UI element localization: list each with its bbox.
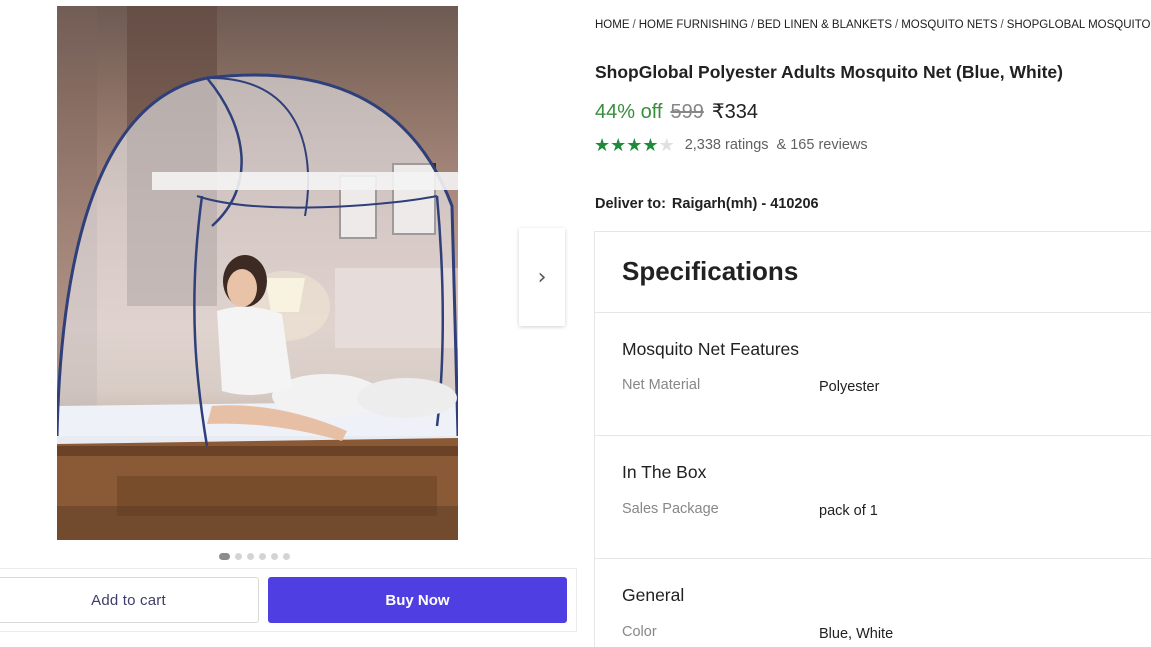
spec-value: Blue, White <box>819 626 894 642</box>
ratings-count[interactable]: 2,338 ratings <box>685 137 769 153</box>
spec-group-title: In The Box <box>622 462 707 482</box>
add-to-cart-button[interactable]: Add to cart <box>0 577 259 623</box>
pagination-dot[interactable] <box>259 553 266 560</box>
spec-key: Sales Package <box>622 501 719 517</box>
rating-row[interactable]: ★ ★ ★ ★ ★ 2,338 ratings & 165 reviews <box>594 136 868 154</box>
breadcrumb: HOME / HOME FURNISHING / BED LINEN & BLANKET… <box>595 19 1151 31</box>
divider <box>595 558 1151 559</box>
divider <box>595 435 1151 436</box>
product-title: ShopGlobal Polyester Adults Mosquito Net… <box>595 62 1063 82</box>
breadcrumb-item-home-furnishing[interactable]: HOME FURNISHING <box>639 19 748 31</box>
specifications-card: Specifications Mosquito Net Features Net… <box>594 231 1151 647</box>
chevron-right-icon: › <box>537 264 547 290</box>
spec-group-title: General <box>622 585 685 605</box>
selling-price: ₹334 <box>711 101 758 123</box>
specifications-heading: Specifications <box>622 256 799 286</box>
pagination-dot[interactable] <box>247 553 254 560</box>
breadcrumb-item-mosquito-nets[interactable]: MOSQUITO NETS <box>901 19 997 31</box>
discount-badge: 44% off <box>595 101 663 123</box>
spec-value: Polyester <box>819 379 880 395</box>
star-icon: ★ <box>626 135 643 155</box>
spec-value: pack of 1 <box>819 503 878 519</box>
pagination-dot[interactable] <box>283 553 290 560</box>
star-icon: ★ <box>594 135 611 155</box>
product-photo <box>57 6 458 540</box>
delivery-info[interactable]: Deliver to: Raigarh(mh) - 410206 <box>595 196 819 212</box>
breadcrumb-item-home[interactable]: HOME <box>595 19 630 31</box>
image-pagination <box>219 553 290 560</box>
delivery-label: Deliver to: <box>595 196 666 212</box>
next-image-button[interactable]: › <box>519 228 565 326</box>
original-price: 599 <box>670 101 704 123</box>
breadcrumb-item-current[interactable]: SHOPGLOBAL MOSQUITO NET <box>1007 19 1151 31</box>
buy-now-button[interactable]: Buy Now <box>268 577 567 623</box>
pagination-dot[interactable] <box>235 553 242 560</box>
breadcrumb-separator: / <box>895 19 899 31</box>
spec-key: Net Material <box>622 377 701 393</box>
star-icon: ★ <box>642 135 659 155</box>
star-icon: ★ <box>610 135 627 155</box>
spec-group-title: Mosquito Net Features <box>622 339 800 359</box>
reviews-count[interactable]: & 165 reviews <box>777 137 868 153</box>
breadcrumb-separator: / <box>750 19 755 31</box>
price-row: 44% off 599 ₹334 <box>595 99 758 124</box>
breadcrumb-separator: / <box>1000 19 1004 31</box>
breadcrumb-item-bed-linen[interactable]: BED LINEN & BLANKETS <box>757 19 892 31</box>
pagination-dot[interactable] <box>219 553 230 560</box>
delivery-location[interactable]: Raigarh(mh) - 410206 <box>672 196 819 212</box>
pagination-dot[interactable] <box>271 553 278 560</box>
breadcrumb-separator: / <box>632 19 636 31</box>
star-rating: ★ ★ ★ ★ ★ <box>594 136 675 154</box>
star-empty-icon: ★ <box>658 135 675 155</box>
divider <box>595 312 1151 313</box>
spec-key: Color <box>622 624 657 640</box>
product-image[interactable] <box>57 6 458 540</box>
